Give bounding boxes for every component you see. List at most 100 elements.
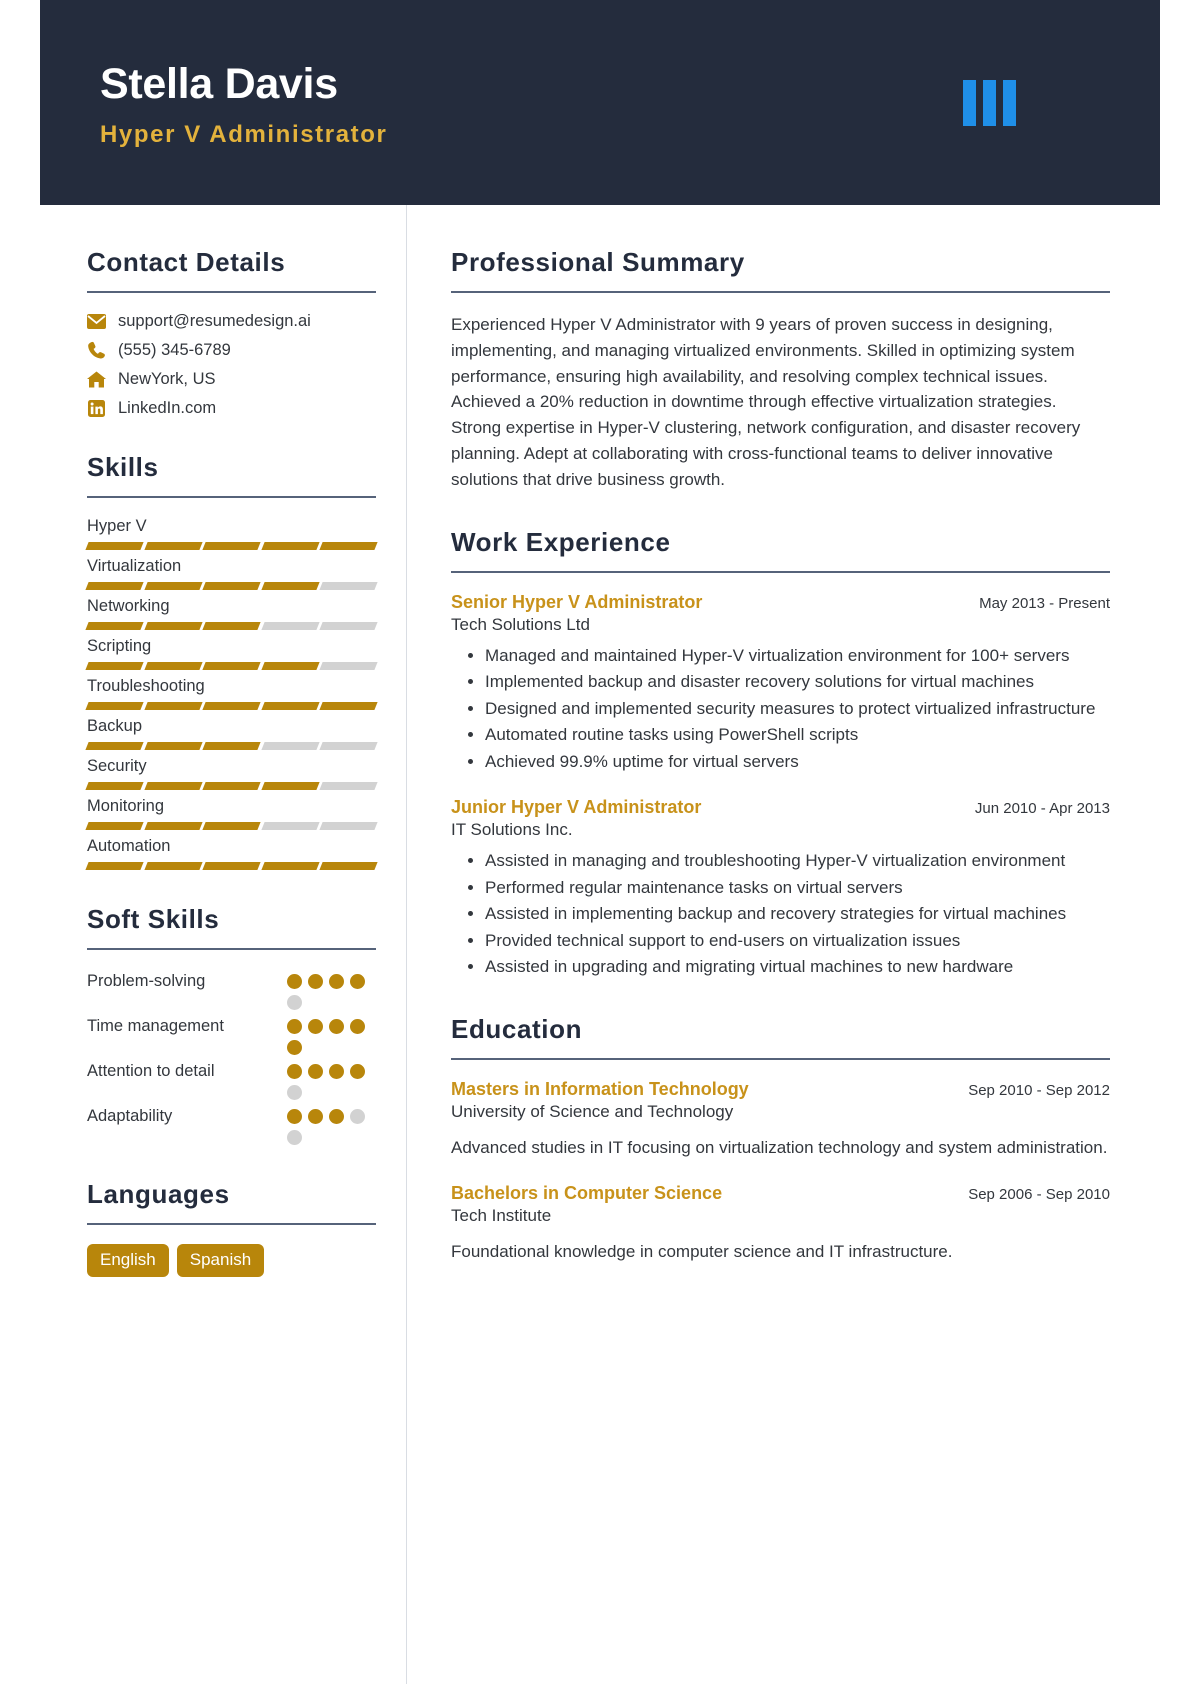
work-entry-bullets: Assisted in managing and troubleshooting… bbox=[451, 848, 1110, 980]
skill-bar-segment bbox=[202, 662, 261, 670]
skill-item: Security bbox=[85, 757, 378, 790]
logo-bar-2 bbox=[983, 80, 996, 126]
skills-divider bbox=[87, 496, 376, 498]
work-bullet-item: Managed and maintained Hyper-V virtualiz… bbox=[485, 643, 1110, 669]
skill-bar-segment bbox=[261, 782, 319, 790]
skill-name: Security bbox=[87, 757, 147, 775]
section-work-experience: Work Experience Senior Hyper V Administr… bbox=[451, 527, 1110, 980]
summary-text: Experienced Hyper V Administrator with 9… bbox=[451, 315, 1081, 489]
skill-bar-segment bbox=[85, 582, 144, 590]
contact-value: LinkedIn.com bbox=[118, 399, 217, 417]
work-bullet-item: Implemented backup and disaster recovery… bbox=[485, 669, 1110, 695]
skill-bar-segment bbox=[143, 782, 202, 790]
rating-dot bbox=[350, 1019, 365, 1034]
resume-body: Contact Details support@resumedesign.ai (… bbox=[40, 205, 1160, 1684]
skill-bar-segment bbox=[85, 822, 144, 830]
skill-bar-segment bbox=[202, 782, 261, 790]
skill-bar-segment bbox=[85, 782, 144, 790]
work-divider bbox=[451, 570, 1110, 573]
skill-name: Virtualization bbox=[87, 557, 182, 575]
summary-divider bbox=[451, 291, 1110, 293]
education-divider bbox=[451, 1057, 1110, 1060]
skill-bar-segment bbox=[143, 742, 202, 750]
candidate-job-title: Hyper V Administrator bbox=[100, 121, 388, 149]
skill-level-bar bbox=[85, 662, 378, 670]
rating-dot bbox=[287, 1130, 302, 1145]
education-entry-institution: Tech Institute bbox=[451, 1206, 552, 1226]
skill-bar-segment bbox=[202, 582, 261, 590]
rating-dot bbox=[350, 974, 365, 989]
phone-icon bbox=[87, 341, 106, 360]
skill-bar-segment bbox=[261, 622, 319, 630]
skill-name: Networking bbox=[87, 597, 170, 615]
contact-value: (555) 345-6789 bbox=[118, 341, 231, 359]
skill-bar-segment bbox=[85, 702, 144, 710]
skill-bar-segment bbox=[85, 542, 144, 550]
skill-bar-segment bbox=[202, 822, 261, 830]
contact-row[interactable]: support@resumedesign.ai bbox=[87, 312, 376, 331]
soft-skill-name: Problem-solving bbox=[87, 972, 206, 990]
summary-heading: Professional Summary bbox=[451, 247, 745, 277]
rating-dot bbox=[350, 1064, 365, 1079]
work-bullet-item: Achieved 99.9% uptime for virtual server… bbox=[485, 749, 1110, 775]
soft-skills-heading: Soft Skills bbox=[87, 904, 220, 934]
soft-skill-rating bbox=[287, 969, 373, 1010]
skill-bar-segment bbox=[261, 582, 319, 590]
section-languages: Languages English Spanish bbox=[87, 1179, 376, 1277]
skill-bar-segment bbox=[261, 662, 319, 670]
work-entry-date: Jun 2010 - Apr 2013 bbox=[974, 800, 1110, 818]
rating-dot bbox=[287, 1085, 302, 1100]
rating-dot bbox=[308, 1019, 323, 1034]
work-entry-title: Junior Hyper V Administrator bbox=[451, 797, 702, 818]
skill-bar-segment bbox=[202, 742, 261, 750]
soft-skill-rating bbox=[287, 1104, 373, 1145]
soft-skill-name: Adaptability bbox=[87, 1107, 173, 1125]
rating-dot bbox=[308, 1064, 323, 1079]
rating-dot bbox=[329, 1109, 344, 1124]
logo-bar-3 bbox=[1003, 80, 1016, 126]
soft-skill-row: Time management bbox=[87, 1014, 376, 1055]
skill-level-bar bbox=[85, 582, 378, 590]
skill-level-bar bbox=[85, 862, 378, 870]
education-entry: Masters in Information Technology Sep 201… bbox=[451, 1079, 1110, 1161]
contact-row[interactable]: LinkedIn.com bbox=[87, 399, 376, 418]
language-tag[interactable]: Spanish bbox=[176, 1244, 265, 1277]
skill-bar-segment bbox=[85, 622, 144, 630]
skill-bar-segment bbox=[85, 662, 144, 670]
skill-bar-segment bbox=[319, 782, 378, 790]
skill-bar-segment bbox=[143, 822, 202, 830]
three-bars-logo-icon bbox=[963, 80, 1016, 126]
contact-row[interactable]: (555) 345-6789 bbox=[87, 341, 376, 360]
skill-bar-segment bbox=[143, 542, 202, 550]
skills-list: Hyper V Virtualization Networking Scripting… bbox=[85, 517, 378, 870]
candidate-name: Stella Davis bbox=[100, 60, 338, 108]
work-entry-list: Senior Hyper V Administrator May 2013 - P… bbox=[451, 592, 1110, 980]
skill-bar-segment bbox=[261, 742, 319, 750]
work-entry-bullets: Managed and maintained Hyper-V virtualiz… bbox=[451, 643, 1110, 775]
skill-bar-segment bbox=[202, 702, 261, 710]
rating-dot bbox=[287, 1019, 302, 1034]
rating-dot bbox=[287, 1109, 302, 1124]
soft-skill-row: Adaptability bbox=[87, 1104, 376, 1145]
soft-skill-rating bbox=[287, 1014, 373, 1055]
work-entry-organization: IT Solutions Inc. bbox=[451, 820, 573, 840]
skill-bar-segment bbox=[261, 862, 319, 870]
skill-bar-segment bbox=[202, 622, 261, 630]
contact-list: support@resumedesign.ai (555) 345-6789 New… bbox=[87, 312, 376, 418]
skill-name: Scripting bbox=[87, 637, 152, 655]
contact-divider bbox=[87, 291, 376, 293]
resume-page: Stella Davis Hyper V Administrator Conta… bbox=[40, 0, 1160, 1684]
work-entry: Junior Hyper V Administrator Jun 2010 - A… bbox=[451, 797, 1110, 980]
education-entry-degree: Bachelors in Computer Science bbox=[451, 1183, 723, 1204]
education-entry-header: Masters in Information Technology Sep 201… bbox=[451, 1079, 1110, 1100]
work-bullet-item: Automated routine tasks using PowerShell… bbox=[485, 722, 1110, 748]
work-entry-title: Senior Hyper V Administrator bbox=[451, 591, 703, 612]
skill-item: Scripting bbox=[85, 637, 378, 670]
languages-heading: Languages bbox=[87, 1179, 230, 1209]
skill-name: Troubleshooting bbox=[87, 677, 205, 695]
skill-name: Monitoring bbox=[87, 797, 165, 815]
skill-bar-segment bbox=[202, 862, 261, 870]
contact-row[interactable]: NewYork, US bbox=[87, 370, 376, 389]
skill-name: Automation bbox=[87, 837, 171, 855]
language-tag[interactable]: English bbox=[87, 1244, 169, 1277]
